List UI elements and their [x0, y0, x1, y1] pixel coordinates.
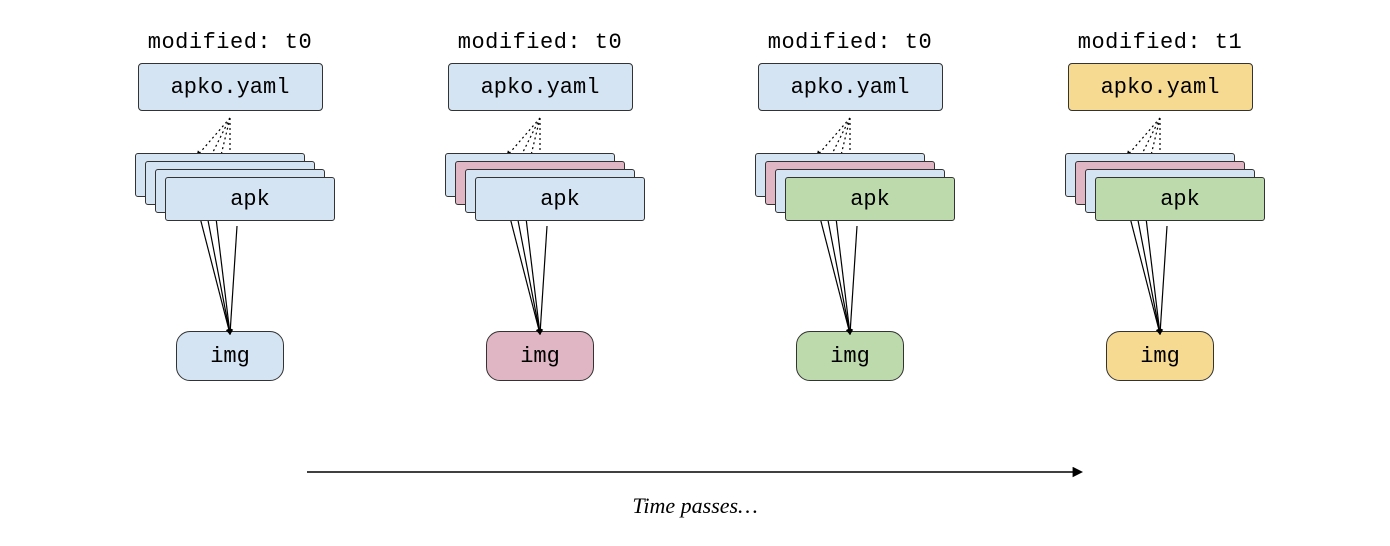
img-box: img: [796, 331, 904, 381]
img-box: img: [176, 331, 284, 381]
diagram-column: modified: t0 apko.yaml apk img: [740, 30, 960, 381]
apk-front: apk: [1095, 177, 1265, 221]
img-box: img: [1106, 331, 1214, 381]
apk-stack: apk: [445, 153, 635, 221]
apk-front: apk: [165, 177, 335, 221]
apk-stack: apk: [135, 153, 325, 221]
img-box: img: [486, 331, 594, 381]
apk-stack: apk: [755, 153, 945, 221]
apk-front: apk: [475, 177, 645, 221]
modified-label: modified: t0: [148, 30, 312, 55]
diagram-columns: modified: t0 apko.yaml apk img modified: t0 a…: [0, 0, 1390, 381]
diagram-column: modified: t1 apko.yaml apk img: [1050, 30, 1270, 381]
timeline-label: Time passes…: [305, 493, 1085, 519]
yaml-box: apko.yaml: [448, 63, 633, 111]
apk-front: apk: [785, 177, 955, 221]
yaml-box: apko.yaml: [138, 63, 323, 111]
diagram-column: modified: t0 apko.yaml apk img: [120, 30, 340, 381]
diagram-column: modified: t0 apko.yaml apk img: [430, 30, 650, 381]
timeline: Time passes…: [305, 462, 1085, 519]
yaml-box: apko.yaml: [758, 63, 943, 111]
modified-label: modified: t0: [768, 30, 932, 55]
apk-stack: apk: [1065, 153, 1255, 221]
modified-label: modified: t0: [458, 30, 622, 55]
yaml-box: apko.yaml: [1068, 63, 1253, 111]
modified-label: modified: t1: [1078, 30, 1242, 55]
timeline-arrow: [305, 462, 1085, 482]
